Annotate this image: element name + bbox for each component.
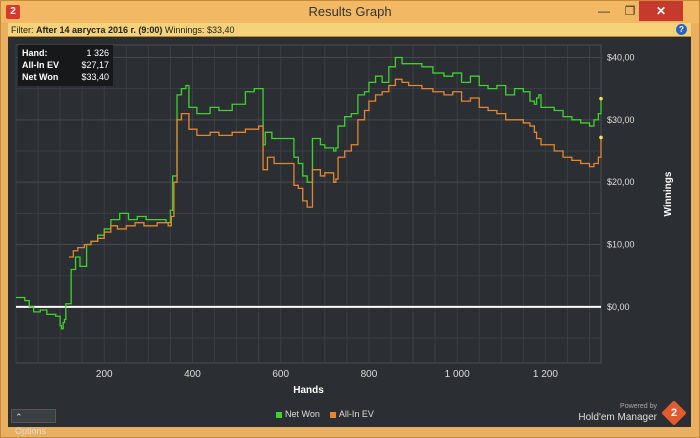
filter-text: After 14 августа 2016 г. (9:00) [36, 25, 163, 35]
stat-netwon-label: Net Won [22, 72, 59, 82]
brand-text: Hold'em Manager [578, 412, 657, 423]
hm-logo-icon: 2 [661, 400, 687, 426]
stat-allin-label: All-In EV [22, 60, 60, 70]
chevron-up-icon: ⌃ [15, 412, 23, 422]
options-label: Options [15, 426, 47, 436]
y-tick-label: $30,00 [607, 115, 635, 125]
y-axis-label: Winnings [663, 171, 674, 216]
series-allin-end-point [599, 135, 603, 140]
stat-netwon: Net Won $33,40 [22, 72, 109, 84]
x-tick-label: 1 000 [445, 369, 470, 380]
series-netwon-end-point [599, 96, 603, 101]
y-tick-label: $0,00 [607, 302, 630, 312]
y-tick-label: $40,00 [607, 52, 635, 62]
x-axis-label: Hands [293, 385, 324, 396]
minimize-button[interactable]: — [591, 1, 617, 21]
legend-allin-swatch [329, 411, 336, 418]
stat-hands-value: 1 326 [86, 48, 109, 58]
hm-logo-mark: 2 [670, 407, 678, 419]
legend-netwon-label: Net Won [285, 409, 320, 419]
stat-allin-value: $27,17 [81, 60, 109, 70]
legend-netwon-swatch [276, 411, 282, 418]
stat-hands: Hand: 1 326 [22, 48, 109, 60]
filter-bar: Filter: After 14 августа 2016 г. (9:00) … [8, 23, 691, 37]
legend-allin-label: All-In EV [338, 409, 374, 419]
chart-legend: Net Won All-In EV [276, 409, 374, 419]
filter-prefix: Filter: [11, 25, 34, 35]
x-tick-label: 600 [272, 369, 289, 380]
stat-allin: All-In EV $27,17 [22, 60, 109, 72]
results-graph-window: 2 Results Graph — ❐ ✕ Filter: After 14 а… [0, 0, 700, 438]
x-tick-label: 1 200 [533, 369, 558, 380]
stat-netwon-value: $33,40 [81, 72, 109, 82]
title-bar[interactable]: 2 Results Graph — ❐ ✕ [1, 1, 699, 23]
help-icon[interactable]: ? [676, 24, 687, 35]
options-button[interactable]: ⌃ Options [11, 409, 56, 436]
results-chart[interactable]: 200 400 600 800 1 000 1 200 $0,00 $10,00 $20,00 $… [8, 37, 691, 427]
stats-box: Hand: 1 326 All-In EV $27,17 Net Won $33… [18, 45, 113, 86]
y-tick-label: $20,00 [607, 177, 635, 187]
x-tick-label: 800 [361, 369, 378, 380]
x-tick-label: 400 [184, 369, 201, 380]
x-tick-label: 200 [96, 369, 113, 380]
filter-winnings: Winnings: $33,40 [164, 25, 235, 35]
close-button[interactable]: ✕ [639, 1, 683, 21]
stat-hands-label: Hand: [22, 48, 48, 58]
y-tick-label: $10,00 [607, 240, 635, 250]
powered-by-text: Powered by [620, 403, 657, 410]
graph-panel: 200 400 600 800 1 000 1 200 $0,00 $10,00 $20,00 $… [8, 37, 691, 436]
